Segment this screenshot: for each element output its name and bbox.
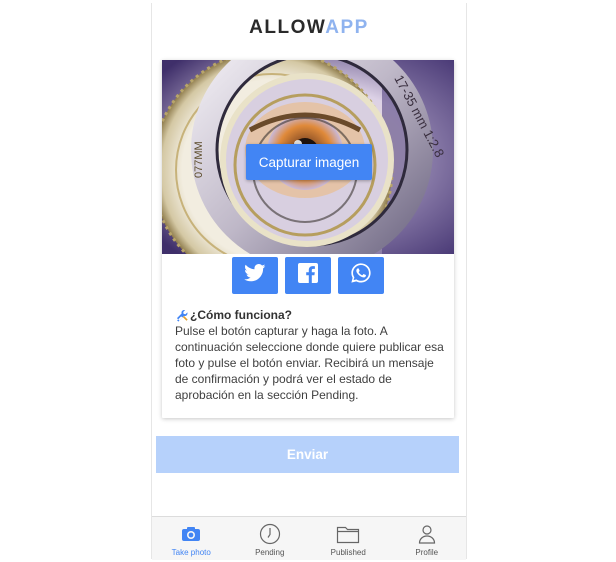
app-logo: ALLOWAPP	[249, 17, 369, 39]
send-button[interactable]: Enviar	[156, 436, 459, 473]
share-whatsapp-button[interactable]	[338, 257, 384, 294]
folder-icon	[336, 523, 360, 545]
capture-card: 17-35 mm 1:2.8 077MM Capturar imagen ¿Có…	[162, 60, 454, 418]
how-it-works-title-text: ¿Cómo funciona?	[190, 308, 292, 322]
app-screen: ALLOWAPP 17-35 mm 1:2.8 077MM Capturar i…	[151, 3, 467, 560]
bottom-tab-bar: Take photo Pending Published Profile	[152, 516, 466, 560]
facebook-icon	[298, 263, 318, 288]
logo-accent-text: APP	[325, 17, 369, 38]
camera-icon	[181, 523, 201, 545]
share-buttons	[162, 257, 454, 294]
tab-published-label: Published	[330, 548, 366, 557]
tools-icon	[175, 309, 189, 322]
tab-profile-label: Profile	[415, 548, 439, 557]
how-it-works-section: ¿Cómo funciona? Pulse el botón capturar …	[175, 308, 445, 403]
logo-main-text: ALLOW	[249, 17, 326, 38]
twitter-icon	[244, 264, 266, 287]
tab-pending[interactable]: Pending	[231, 517, 310, 560]
share-twitter-button[interactable]	[232, 257, 278, 294]
tab-take-photo-label: Take photo	[171, 548, 211, 557]
how-it-works-title: ¿Cómo funciona?	[175, 308, 445, 322]
tab-pending-label: Pending	[255, 548, 285, 557]
whatsapp-icon	[350, 262, 372, 289]
how-it-works-text: Pulse el botón capturar y haga la foto. …	[175, 324, 444, 402]
capture-image-button[interactable]: Capturar imagen	[246, 144, 372, 180]
tab-take-photo[interactable]: Take photo	[152, 517, 231, 560]
tab-profile[interactable]: Profile	[388, 517, 467, 560]
camera-lens-photo: 17-35 mm 1:2.8 077MM Capturar imagen	[162, 60, 454, 254]
share-facebook-button[interactable]	[285, 257, 331, 294]
user-icon	[418, 523, 436, 545]
lens-text-left: 077MM	[193, 141, 205, 178]
app-header: ALLOWAPP	[152, 3, 466, 53]
clock-icon	[259, 523, 281, 545]
tab-published[interactable]: Published	[309, 517, 388, 560]
